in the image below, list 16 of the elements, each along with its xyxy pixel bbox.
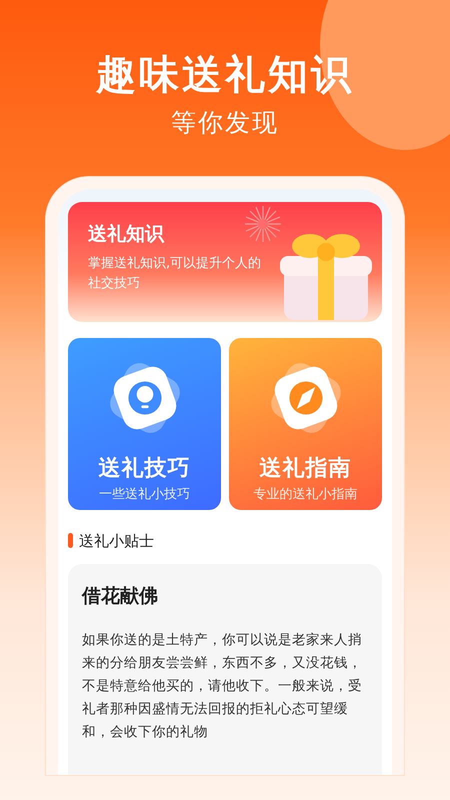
tile-subtitle: 一些送礼小技巧 [98,486,191,504]
section-marker [68,533,73,548]
tile-title: 送礼指南 [258,454,352,482]
tile-title: 送礼技巧 [98,454,192,482]
knowledge-banner[interactable]: 送礼知识 掌握送礼知识,可以提升个人的社交技巧 [68,202,382,322]
banner-text: 掌握送礼知识,可以提升个人的社交技巧 [88,255,262,292]
subheadline: 等你发现 [170,107,280,139]
banner-title: 送礼知识 [88,222,164,246]
tip-title: 借花献佛 [82,584,159,609]
feature-tile[interactable]: 送礼指南 专业的送礼小指南 [229,338,382,510]
headline: 趣味送礼知识 [94,52,355,98]
tip-text: 如果你送的是土特产，你可以说是老家来人捎来的分给朋友尝尝鲜，东西不多，又没花钱，不是特意给他买的，请他收下。一般来说，受礼者那种因盛情无法回报的拒礼心态可望缓和，会收下你的礼物 [82,630,363,742]
section-title: 送礼小贴士 [79,530,154,552]
feature-tile[interactable]: 送礼技巧 一些送礼小技巧 [68,338,221,510]
tile-subtitle: 专业的送礼小指南 [252,486,358,504]
firework-icon [243,204,283,244]
